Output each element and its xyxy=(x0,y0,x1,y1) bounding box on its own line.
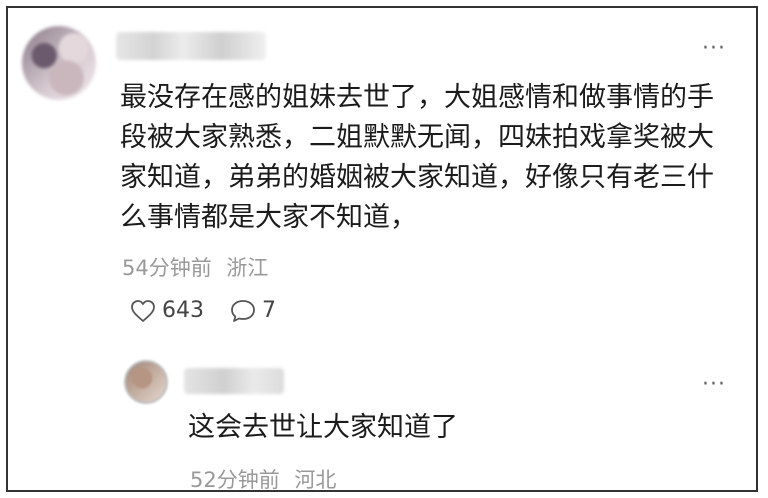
reply-time: 52分钟前 xyxy=(190,468,280,492)
screenshot-frame: ··· 最没存在感的姐妹去世了，大姐感情和做事情的手段被大家熟悉，二姐默默无闻，… xyxy=(6,6,758,492)
reply-meta: 52分钟前 河北 xyxy=(190,464,344,492)
comment-location: 浙江 xyxy=(226,256,269,280)
like-button[interactable]: 643 xyxy=(130,298,204,323)
reply-count: 7 xyxy=(262,298,276,323)
heart-icon xyxy=(131,299,155,322)
reply-text: 这会去世让大家知道了 xyxy=(188,412,458,443)
comment-text: 最没存在感的姐妹去世了，大姐感情和做事情的手段被大家熟悉，二姐默默无闻，四妹拍戏… xyxy=(120,82,714,233)
comment-time: 54分钟前 xyxy=(122,256,212,280)
comment-actions: 643 7 xyxy=(130,298,302,323)
username-blurred[interactable] xyxy=(116,32,266,60)
more-options-button[interactable]: ··· xyxy=(702,38,726,60)
avatar[interactable] xyxy=(22,26,96,100)
reply-more-options-button[interactable]: ··· xyxy=(702,374,726,396)
like-count: 643 xyxy=(162,298,204,323)
reply-location: 河北 xyxy=(294,468,337,492)
comment-meta: 54分钟前 浙江 xyxy=(122,252,276,282)
reply-avatar[interactable] xyxy=(124,360,168,404)
reply-username-blurred[interactable] xyxy=(184,368,284,394)
reply-button[interactable]: 7 xyxy=(230,298,276,323)
comment-bubble-icon xyxy=(231,299,255,322)
